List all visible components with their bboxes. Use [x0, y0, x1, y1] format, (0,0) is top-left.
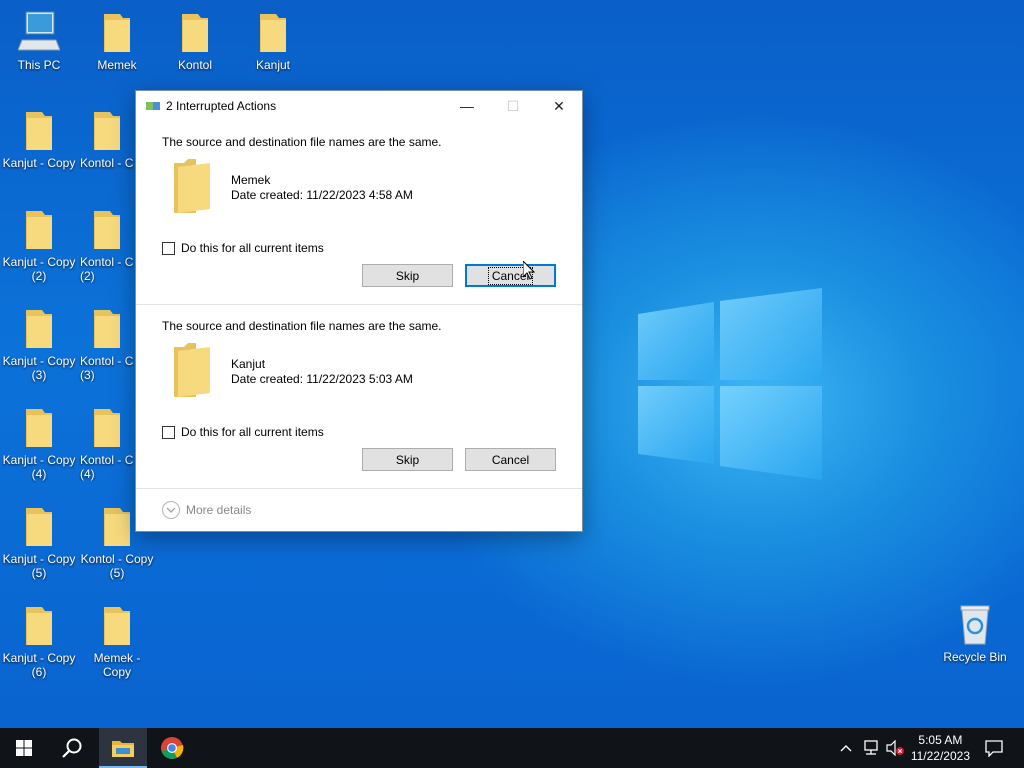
apply-all-checkbox[interactable]: [162, 241, 175, 255]
desktop-icon-folder[interactable]: Kanjut - Copy (5): [0, 504, 78, 580]
taskbar-file-explorer[interactable]: [99, 728, 147, 768]
cancel-button[interactable]: Cancel: [465, 448, 556, 471]
cancel-button[interactable]: Cancel: [465, 264, 556, 287]
folder-icon: [94, 409, 120, 447]
folder-icon: [182, 14, 208, 52]
folder-icon: [104, 508, 130, 546]
file-date-created: Date created: 11/22/2023 5:03 AM: [231, 372, 413, 386]
folder-icon: [104, 14, 130, 52]
windows-logo-wallpaper: [636, 288, 824, 480]
folder-icon: [94, 112, 120, 150]
action-center-button[interactable]: [976, 728, 1012, 768]
desktop-icon-folder[interactable]: Memek - Copy: [78, 603, 156, 679]
folder-icon: [26, 310, 52, 348]
desktop-icon-folder[interactable]: Memek: [78, 10, 156, 72]
close-icon: ✕: [553, 97, 565, 114]
cancel-button-label: Cancel: [491, 452, 530, 467]
desktop-icon-recycle-bin[interactable]: Recycle Bin: [936, 602, 1014, 664]
file-explorer-icon: [112, 741, 134, 757]
desktop-icon-folder[interactable]: Kontol - C (2): [78, 207, 135, 283]
file-transfer-icon: [146, 102, 160, 110]
dialog-title: 2 Interrupted Actions: [166, 99, 277, 113]
conflict-message: The source and destination file names ar…: [162, 135, 442, 149]
more-details-toggle[interactable]: More details: [162, 501, 251, 519]
folder-icon: [26, 211, 52, 249]
folder-icon: [94, 310, 120, 348]
desktop-icon-folder[interactable]: Kanjut - Copy (6): [0, 603, 78, 679]
clock-time: 5:05 AM: [918, 733, 963, 747]
chevron-up-icon: [840, 745, 852, 752]
mouse-cursor-icon: [523, 261, 535, 280]
taskbar-clock[interactable]: 5:05 AM 11/22/2023: [911, 732, 970, 764]
apply-all-label: Do this for all current items: [181, 425, 324, 439]
desktop-icon-folder[interactable]: Kanjut: [234, 10, 312, 72]
skip-button[interactable]: Skip: [362, 448, 453, 471]
maximize-icon: ☐: [506, 97, 520, 114]
desktop-icon-folder[interactable]: Kontol - C: [78, 108, 135, 170]
conflict-item: The source and destination file names ar…: [136, 121, 582, 305]
chevron-down-icon: [162, 501, 180, 519]
folder-icon: [174, 159, 210, 213]
apply-all-checkbox-row[interactable]: Do this for all current items: [162, 241, 324, 255]
file-name: Memek: [231, 173, 271, 187]
taskbar: 5:05 AM 11/22/2023: [0, 728, 1024, 768]
show-hidden-icons-button[interactable]: [836, 728, 856, 768]
desktop-icon-folder[interactable]: Kanjut - Copy (3): [0, 306, 78, 382]
minimize-button[interactable]: —: [444, 91, 490, 121]
clock-date: 11/22/2023: [910, 749, 970, 763]
file-date-created: Date created: 11/22/2023 4:58 AM: [231, 188, 413, 202]
conflict-item: The source and destination file names ar…: [136, 305, 582, 489]
folder-icon: [174, 343, 210, 397]
volume-button[interactable]: [884, 728, 906, 768]
notification-icon: [985, 740, 1003, 757]
folder-icon: [260, 14, 286, 52]
chrome-icon: [161, 737, 184, 759]
desktop-icon-folder[interactable]: Kontol - C (4): [78, 405, 135, 481]
maximize-button: ☐: [490, 91, 536, 121]
apply-all-checkbox[interactable]: [162, 425, 175, 439]
skip-button[interactable]: Skip: [362, 264, 453, 287]
close-button[interactable]: ✕: [536, 91, 582, 121]
folder-icon: [104, 607, 130, 645]
network-icon: [864, 740, 878, 755]
desktop-icon-folder[interactable]: Kanjut - Copy: [0, 108, 78, 170]
start-button[interactable]: [0, 728, 48, 768]
file-name: Kanjut: [231, 357, 266, 371]
desktop-icon-folder[interactable]: Kontol: [156, 10, 234, 72]
volume-muted-icon: [886, 740, 904, 756]
recycle-bin-icon: [960, 605, 990, 645]
section-divider: [136, 488, 582, 489]
skip-button-label: Skip: [395, 452, 420, 467]
search-button[interactable]: [48, 728, 96, 768]
dialog-titlebar[interactable]: 2 Interrupted Actions — ☐ ✕: [136, 91, 582, 121]
apply-all-label: Do this for all current items: [181, 241, 324, 255]
folder-icon: [26, 409, 52, 447]
folder-icon: [26, 508, 52, 546]
apply-all-checkbox-row[interactable]: Do this for all current items: [162, 425, 324, 439]
more-details-label: More details: [186, 503, 252, 517]
desktop-icon-folder[interactable]: Kanjut - Copy (2): [0, 207, 78, 283]
desktop-icon-folder[interactable]: Kontol - C (3): [78, 306, 135, 382]
skip-button-label: Skip: [395, 268, 420, 283]
search-icon: [62, 738, 82, 758]
conflict-message: The source and destination file names ar…: [162, 319, 442, 333]
desktop-icon-folder[interactable]: Kanjut - Copy (4): [0, 405, 78, 481]
network-button[interactable]: [860, 728, 882, 768]
folder-icon: [94, 211, 120, 249]
minimize-icon: —: [460, 98, 474, 114]
folder-icon: [26, 112, 52, 150]
desktop-icon-this-pc[interactable]: This PC: [0, 10, 78, 72]
taskbar-chrome[interactable]: [148, 728, 196, 768]
folder-icon: [26, 607, 52, 645]
computer-icon: [18, 11, 60, 51]
windows-start-icon: [16, 740, 32, 756]
interrupted-actions-dialog: 2 Interrupted Actions — ☐ ✕ The source a…: [135, 90, 583, 532]
